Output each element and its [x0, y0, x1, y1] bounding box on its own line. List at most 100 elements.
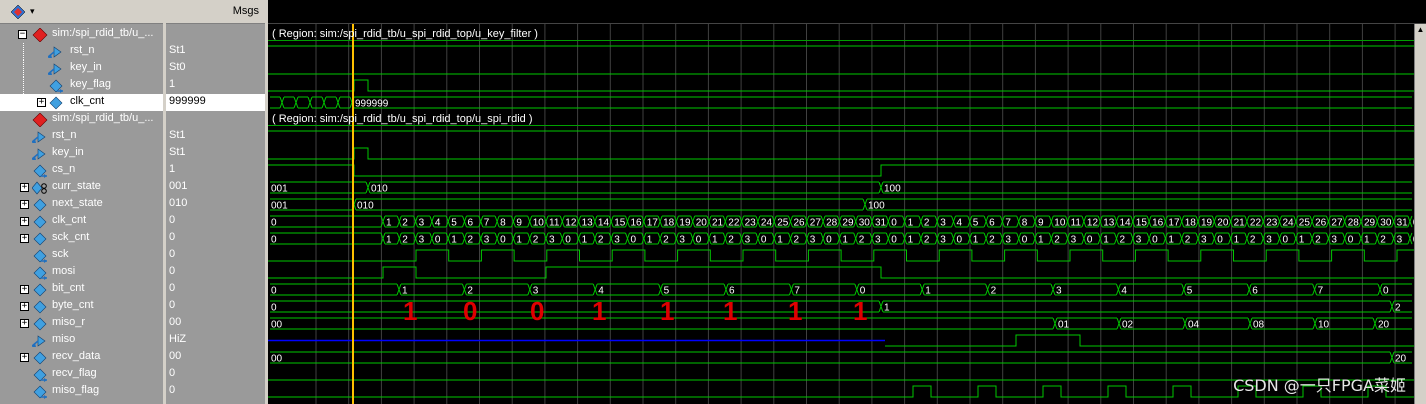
signal-row-miso-flag[interactable]: miso_flag [0, 383, 163, 400]
wave-miso-r-value-label: 08 [1253, 320, 1265, 331]
wave-sck-cnt-value-label: 2 [1380, 235, 1386, 246]
wave-miso-r-value-label: 00 [271, 320, 283, 331]
wave-clk-cnt-value-label: 6 [989, 218, 995, 229]
signal-row-recv-flag[interactable]: recv_flag [0, 366, 163, 383]
wave-sck-cnt-value-label: 3 [940, 235, 946, 246]
value-cell: 00 [166, 349, 265, 366]
input-arrow-icon [48, 46, 62, 58]
wave-next-state-value-label: 010 [357, 201, 374, 212]
signal-row-recv-data[interactable]: + recv_data [0, 349, 163, 366]
signal-row-sck-cnt[interactable]: + sck_cnt [0, 230, 163, 247]
output-arrow-icon [33, 385, 47, 399]
annotation-digit: 0 [463, 296, 477, 326]
signal-name: sck_cnt [52, 231, 90, 243]
wave-clk-cnt-value-label: 8 [1022, 218, 1028, 229]
wave-sck-cnt-value-label: 2 [663, 235, 669, 246]
wave-clk-cnt-value-label: 23 [745, 218, 757, 229]
wave-clk-cnt-value-label: 30 [1380, 218, 1392, 229]
wave-clk-cnt-value-label: 16 [1152, 218, 1164, 229]
region-label-spi-rdid: ( Region: sim:/spi_rdid_tb/u_spi_rdid_to… [272, 113, 533, 125]
signal-row-sim-spi-rdid-tb-u-[interactable]: − sim:/spi_rdid_tb/u_... [0, 26, 163, 43]
wave-toolbar-icon[interactable] [10, 4, 26, 20]
signal-row-mosi[interactable]: mosi [0, 264, 163, 281]
signal-row-key-in[interactable]: key_in [0, 145, 163, 162]
wave-bit-cnt-value-label: 7 [794, 286, 800, 297]
wave-curr-state-value-label: 100 [884, 184, 901, 195]
signal-name: key_flag [70, 78, 111, 90]
wave-miso-r-value-label: 02 [1122, 320, 1134, 331]
annotation-digit: 1 [853, 296, 867, 326]
wave-clk-cnt-value-label: 22 [728, 218, 740, 229]
wave-recv-data-value-label: 20 [1395, 354, 1407, 365]
value-cell: 0 [166, 264, 265, 281]
wave-clk-cnt-value-label: 27 [810, 218, 822, 229]
wave-clk-cnt-value-label: 11 [1071, 218, 1082, 229]
wave-sck-cnt-value-label: 1 [647, 235, 653, 246]
expand-icon[interactable]: + [20, 353, 29, 362]
signal-row-cs-n[interactable]: cs_n [0, 162, 163, 179]
signal-row-byte-cnt[interactable]: + byte_cnt [0, 298, 163, 315]
wave-sck-cnt-value-label: 3 [875, 235, 881, 246]
signal-row-rst-n[interactable]: rst_n [0, 43, 163, 60]
wave-clk-cnt-value-label: 6 [468, 218, 474, 229]
signal-name: clk_cnt [70, 95, 105, 107]
expand-icon[interactable]: + [20, 234, 29, 243]
expand-icon[interactable]: + [20, 217, 29, 226]
expand-icon[interactable]: + [20, 285, 29, 294]
signal-value: 0 [169, 265, 176, 277]
waveform-pane[interactable]: 999999 001 010 100 001 010 100 0 1 2 3 4 5 6 7 8 9 10 11 12… [268, 24, 1414, 404]
signal-name: curr_state [52, 180, 101, 192]
signal-value: 0 [169, 367, 176, 379]
vertical-scrollbar[interactable]: ▲ [1414, 24, 1426, 404]
signal-row-next-state[interactable]: + next_state [0, 196, 163, 213]
signal-value: 00 [169, 316, 182, 328]
signal-name: miso_r [52, 316, 86, 328]
wave-clk-cnt-value-label: 21 [1234, 218, 1246, 229]
wave-sck-cnt-value-label: 0 [1022, 235, 1028, 246]
value-cell: St0 [166, 60, 265, 77]
wave-clk-cnt-value-label: 2 [924, 218, 930, 229]
signal-row-clk-cnt[interactable]: + clk_cnt [0, 94, 163, 111]
signal-name: cs_n [52, 163, 76, 175]
signal-row-clk-cnt[interactable]: + clk_cnt [0, 213, 163, 230]
wave-clk-cnt-value-label: 7 [484, 218, 490, 229]
dropdown-caret-icon[interactable]: ▾ [30, 6, 35, 17]
wave-sck [268, 249, 1414, 262]
expand-icon[interactable]: + [20, 183, 29, 192]
wave-bit-cnt-value-label: 0 [271, 286, 277, 297]
wave-bit-cnt-value-label: 0 [1383, 286, 1389, 297]
wave-clk-cnt-value-label: 26 [1315, 218, 1327, 229]
wave-sck-cnt-value-label: 3 [679, 235, 685, 246]
signal-row-curr-state[interactable]: + curr_state [0, 179, 163, 196]
waveform-canvas[interactable]: 999999001 010 100001 010 1000 1 2 3 4 5 6 7 8 9 10 11 12… [268, 24, 1414, 404]
blue-diamond-icon [33, 317, 47, 331]
signal-row-key-flag[interactable]: key_flag [0, 77, 163, 94]
wave-sck-cnt-value-label: 2 [468, 235, 474, 246]
blue-diamond-icon [49, 96, 63, 110]
value-cell: St1 [166, 128, 265, 145]
msgs-column-label: Msgs [232, 5, 259, 17]
collapse-icon[interactable]: − [18, 30, 27, 39]
wave-clk-cnt-value-label: 11 [549, 218, 560, 229]
input-arrow-icon [48, 63, 62, 75]
signal-row-bit-cnt[interactable]: + bit_cnt [0, 281, 163, 298]
blue-diamond-icon [33, 232, 47, 246]
output-arrow-icon [33, 266, 47, 280]
expand-icon[interactable]: + [20, 319, 29, 328]
wave-sck-cnt-value-label: 1 [1299, 235, 1305, 246]
signal-row-sim-spi-rdid-tb-u-[interactable]: sim:/spi_rdid_tb/u_... [0, 111, 163, 128]
expand-icon[interactable]: + [20, 200, 29, 209]
signal-row-miso[interactable]: miso [0, 332, 163, 349]
signal-row-miso-r[interactable]: + miso_r [0, 315, 163, 332]
signal-row-sck[interactable]: sck [0, 247, 163, 264]
expand-icon[interactable]: + [37, 98, 46, 107]
signal-row-rst-n[interactable]: rst_n [0, 128, 163, 145]
signal-value: 001 [169, 180, 188, 192]
value-cell [166, 26, 265, 43]
wave-bit-cnt-value-label: 5 [1187, 286, 1193, 297]
expand-icon[interactable]: + [20, 302, 29, 311]
signal-row-key-in[interactable]: key_in [0, 60, 163, 77]
wave-clk-cnt-value-label: 14 [1120, 218, 1132, 229]
scroll-up-icon[interactable]: ▲ [1416, 25, 1425, 35]
signal-name: sck [52, 248, 69, 260]
